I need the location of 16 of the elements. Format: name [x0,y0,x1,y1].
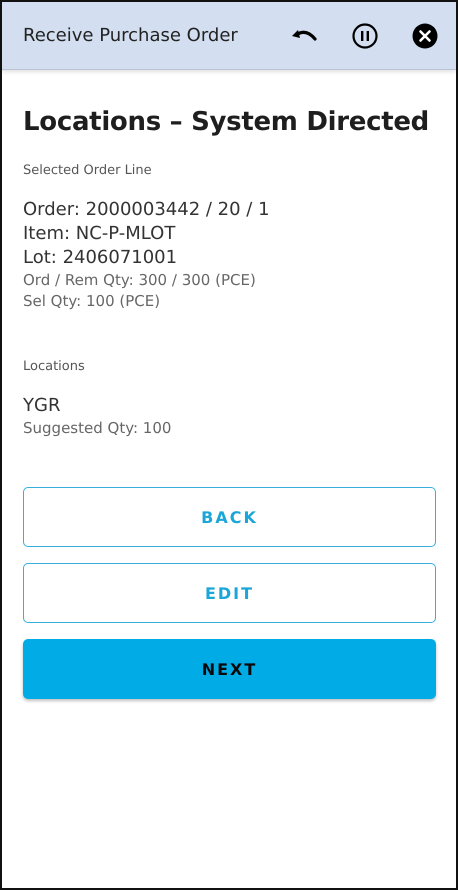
screen-title: Receive Purchase Order [23,25,239,46]
pause-icon[interactable] [352,22,378,48]
quantity-text: Ord / Rem Qty: 300 / 300 (PCE) [23,270,257,291]
page-heading: Locations – System Directed [23,107,430,137]
outlined-button[interactable]: BACK [23,487,436,547]
quantity-text: Sel Qty: 100 (PCE) [23,291,162,312]
location-name: YGR [23,394,62,418]
outlined-button[interactable]: EDIT [23,563,436,623]
suggested-quantity: Suggested Qty: 100 [23,418,172,439]
order-line-text: Item: NC-P-MLOT [23,222,176,246]
order-line-text: Lot: 2406071001 [23,246,178,270]
next-button[interactable]: NEXT [23,639,436,699]
order-line-text: Order: 2000003442 / 20 / 1 [23,198,271,222]
section-label: Locations [23,359,86,374]
close-icon[interactable] [412,22,438,48]
section-label: Selected Order Line [23,163,153,178]
